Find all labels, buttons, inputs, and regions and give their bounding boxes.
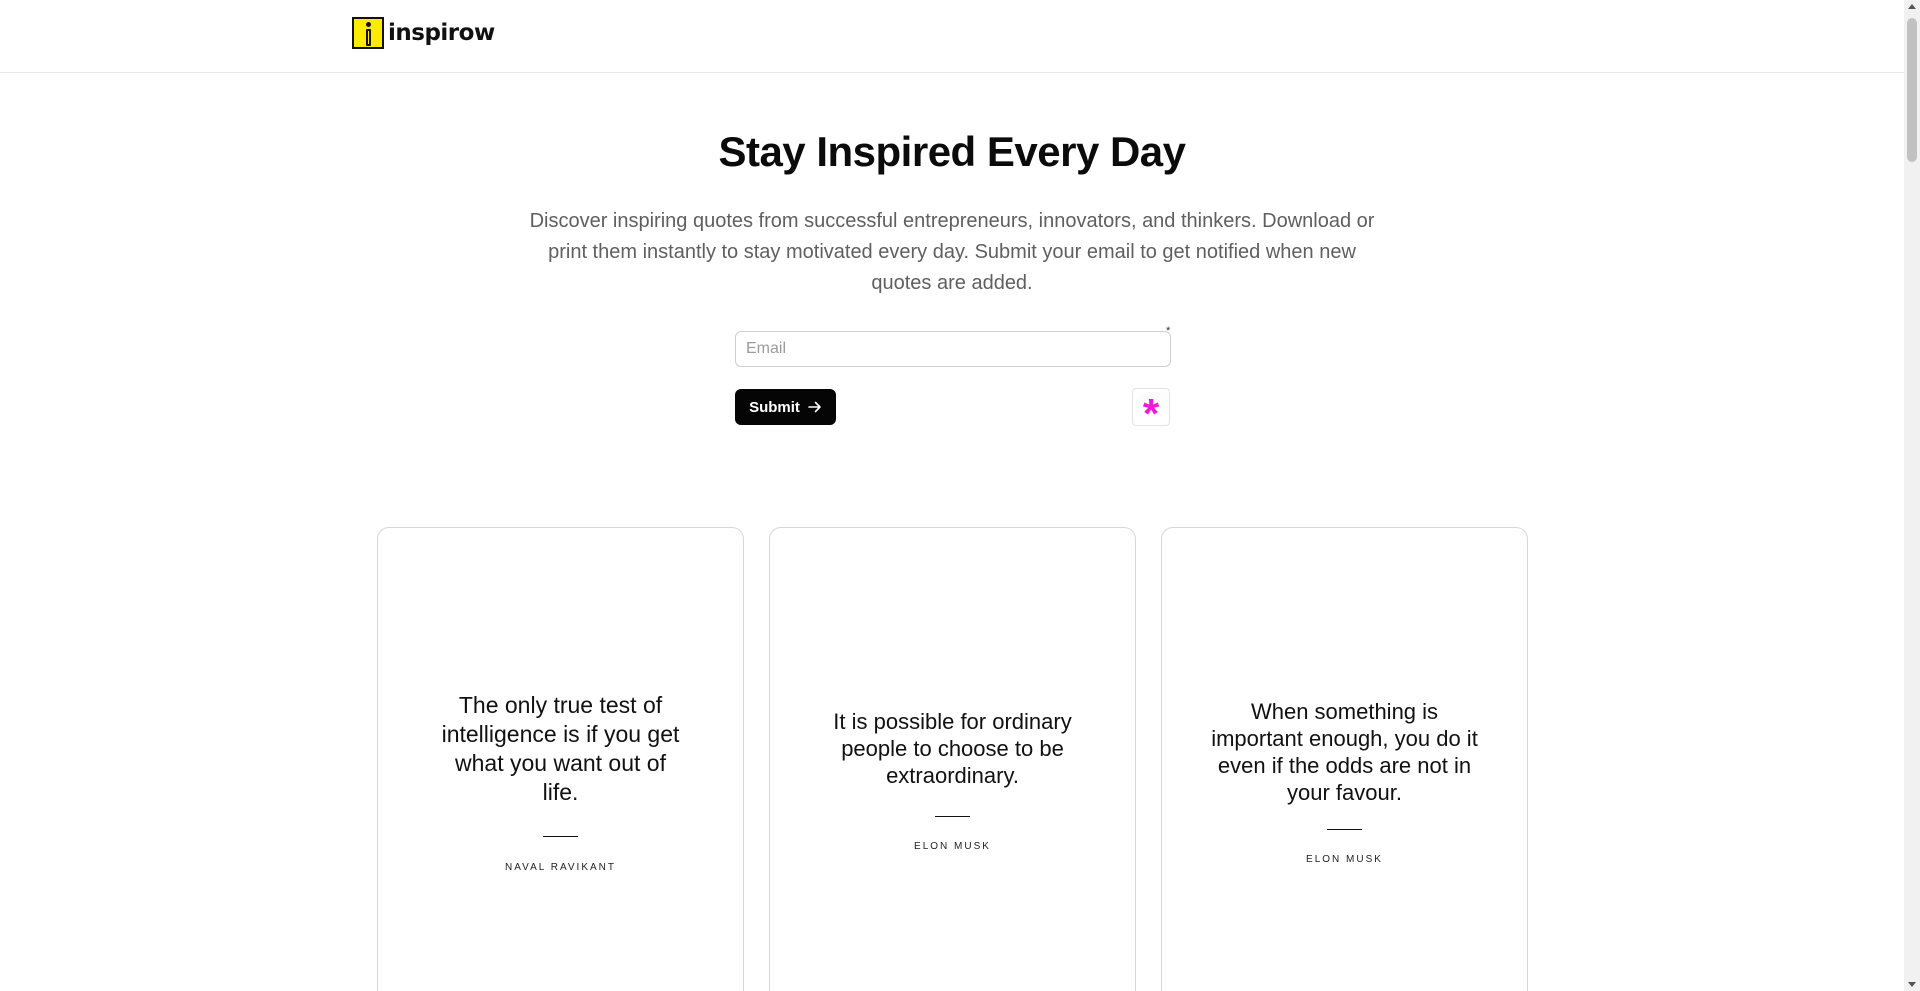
divider <box>935 816 970 817</box>
quote-text: The only true test of intelligence is if… <box>441 692 680 805</box>
hero-description: Discover inspiring quotes from successfu… <box>529 210 1375 294</box>
brand-name: inspirow <box>388 20 495 46</box>
asterisk-badge-button[interactable]: * <box>1132 388 1170 435</box>
quote-author: ELON MUSK <box>1306 854 1383 865</box>
brand-logo-link[interactable]: inspirow <box>352 15 495 51</box>
quote-card[interactable]: When something is important enough, you … <box>1161 527 1528 991</box>
divider <box>1327 829 1362 830</box>
scroll-down-arrow-icon[interactable] <box>1908 982 1916 987</box>
site-header: inspirow <box>0 0 1904 73</box>
scroll-thumb[interactable] <box>1907 18 1917 162</box>
email-field[interactable] <box>735 331 1171 367</box>
required-marker: * <box>1166 325 1171 337</box>
quote-author: ELON MUSK <box>914 841 991 852</box>
asterisk-icon: * <box>1142 390 1160 437</box>
quote-card[interactable]: The only true test of intelligence is if… <box>377 527 744 991</box>
quote-text: When something is important enough, you … <box>1211 699 1478 805</box>
quote-author: NAVAL RAVIKANT <box>505 862 616 873</box>
divider <box>543 836 578 837</box>
page-title: Stay Inspired Every Day <box>718 128 1186 175</box>
arrow-right-icon <box>808 401 821 413</box>
quote-text: It is possible for ordinary people to ch… <box>833 709 1072 788</box>
page: inspirow Stay Inspired Every Day Discove… <box>0 0 1904 991</box>
submit-button[interactable]: Submit <box>735 389 836 425</box>
submit-label: Submit <box>749 398 800 416</box>
scroll-up-arrow-icon[interactable] <box>1908 4 1916 9</box>
info-i-icon <box>352 17 384 49</box>
quote-card[interactable]: It is possible for ordinary people to ch… <box>769 527 1136 991</box>
vertical-scrollbar[interactable] <box>1904 0 1920 991</box>
